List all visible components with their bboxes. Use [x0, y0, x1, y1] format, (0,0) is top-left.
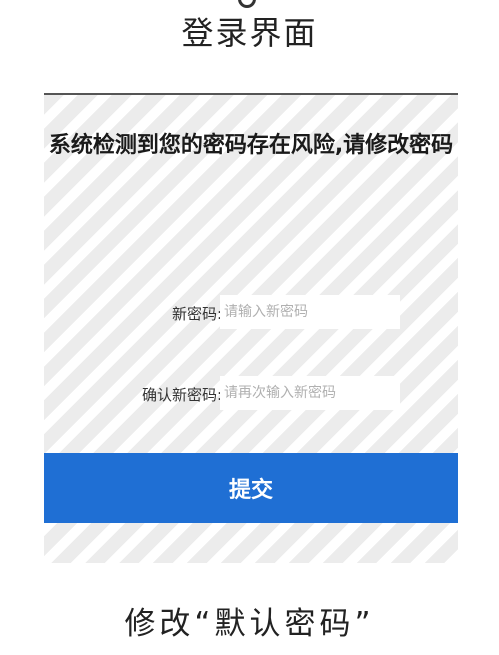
- password-change-panel: 系统检测到您的密码存在风险,请修改密码 新密码: 确认新密码: 提交: [44, 93, 458, 563]
- submit-button[interactable]: 提交: [44, 453, 458, 523]
- change-default-password-caption: 修改“默认密码”: [124, 606, 375, 642]
- circle-icon: [238, 0, 256, 8]
- new-password-input[interactable]: [220, 295, 400, 329]
- confirm-password-label: 确认新密码:: [141, 386, 222, 404]
- login-screen-caption: 登录界面: [181, 14, 318, 52]
- warning-title: 系统检测到您的密码存在风险,请修改密码: [48, 133, 454, 158]
- confirm-password-input[interactable]: [220, 376, 400, 410]
- new-password-label: 新密码:: [171, 305, 222, 323]
